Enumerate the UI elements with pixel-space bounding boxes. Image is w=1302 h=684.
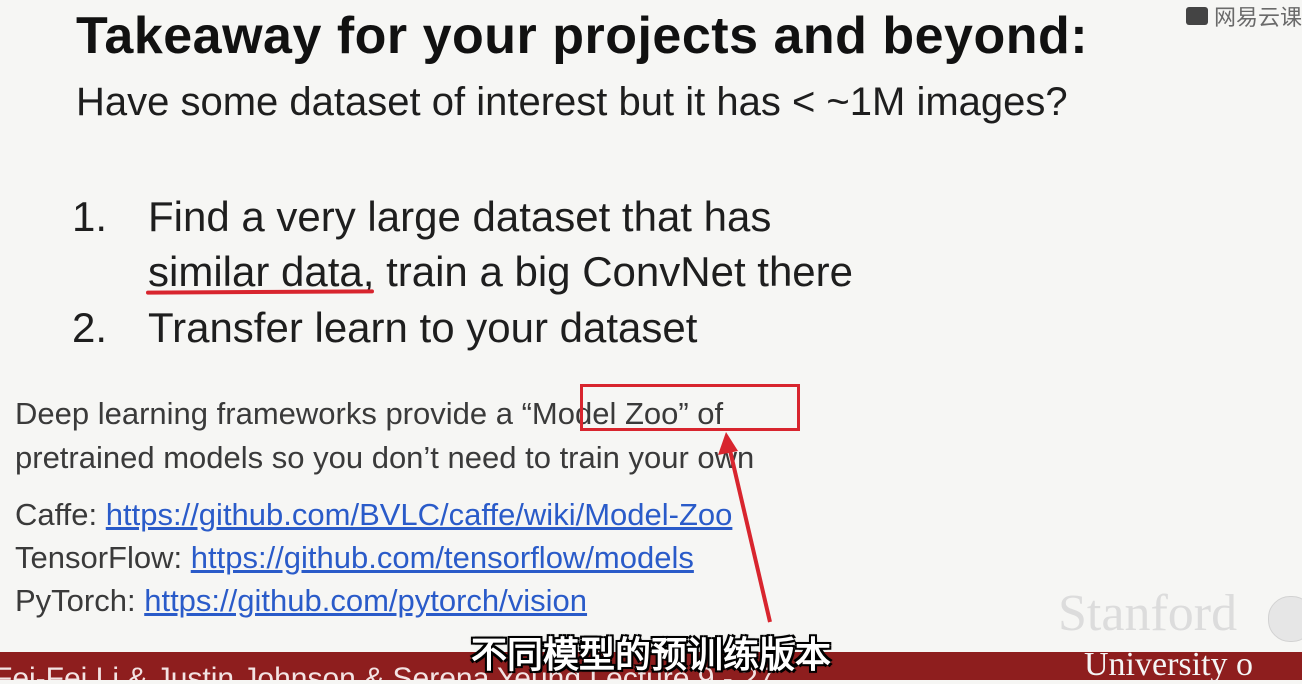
arrow-head [718, 432, 738, 455]
university-logo-text: University o [1084, 646, 1254, 683]
arrow-shaft [727, 445, 772, 623]
red-arrow-annotation [718, 432, 772, 623]
